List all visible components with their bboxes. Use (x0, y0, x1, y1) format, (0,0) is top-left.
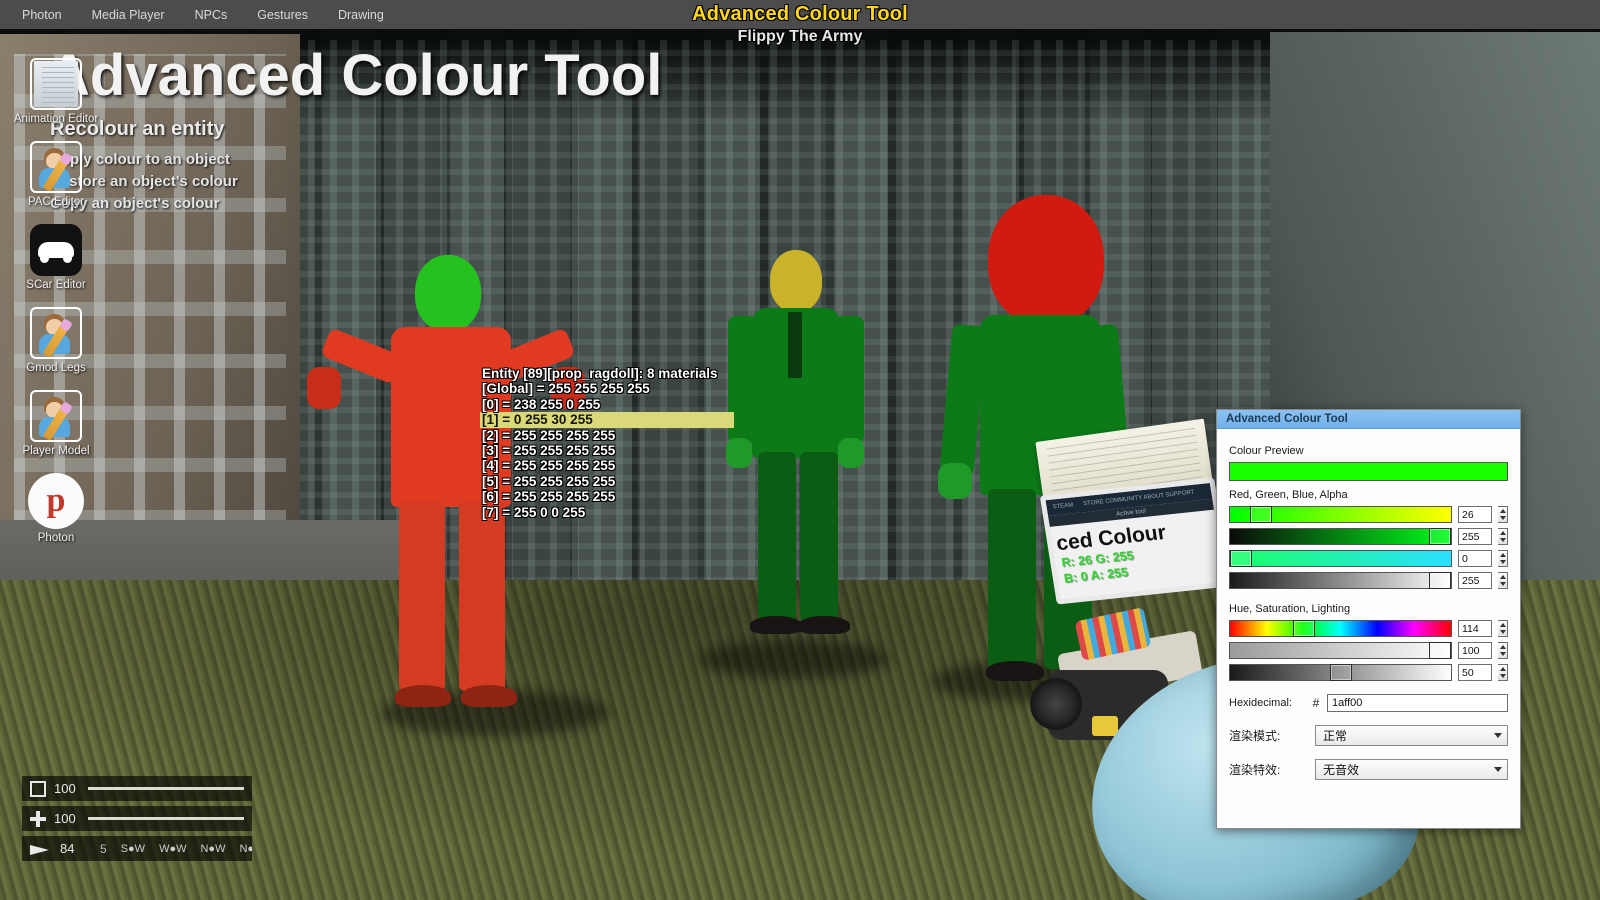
compass-mark: S●W (120, 842, 146, 855)
suit-meter (88, 787, 244, 790)
chevron-down-icon (1494, 767, 1502, 772)
window-title-bar[interactable]: Advanced Colour Tool (1217, 410, 1520, 429)
green-slider[interactable] (1229, 528, 1452, 545)
green-stepper[interactable] (1498, 528, 1508, 545)
hexadecimal-input[interactable]: 1aff00 (1327, 694, 1508, 712)
rail-label-player-model: Player Model (22, 445, 90, 457)
ragdoll-green[interactable] (726, 250, 870, 680)
compass-mark: W●W (159, 842, 187, 855)
health-meter (88, 817, 244, 820)
alpha-slider[interactable] (1229, 572, 1452, 589)
rail-label-photon: Photon (37, 532, 75, 544)
rail-label-scar-editor: SCar Editor (26, 279, 86, 291)
hue-slider[interactable] (1229, 620, 1452, 637)
colour-preview-label: Colour Preview (1229, 445, 1304, 457)
hexadecimal-label: Hexidecimal: (1229, 697, 1292, 709)
render-fx-label: 渲染特效: (1229, 763, 1281, 777)
hue-value-input[interactable]: 114 (1458, 620, 1492, 637)
menu-item-media-player[interactable]: Media Player (80, 4, 177, 26)
render-fx-dropdown[interactable]: 无音效 (1315, 759, 1508, 780)
photon-p-icon: p (28, 473, 84, 529)
menu-item-drawing[interactable]: Drawing (326, 4, 396, 26)
render-mode-row: 渲染模式: 正常 (1229, 725, 1508, 746)
red-slider[interactable] (1229, 506, 1452, 523)
saturation-slider-row: 100 (1229, 642, 1508, 659)
advanced-colour-tool-window: Advanced Colour Tool Colour Preview Red,… (1216, 409, 1521, 829)
red-slider-row: 26 (1229, 506, 1508, 523)
saturation-stepper[interactable] (1498, 642, 1508, 659)
monitor-brand: STEAM (1052, 502, 1074, 511)
compass-mark: N● (239, 842, 252, 855)
rail-label-gmod-legs: Gmod Legs (26, 362, 86, 374)
rgba-group-label: Red, Green, Blue, Alpha (1229, 489, 1348, 501)
health-value: 100 (54, 811, 76, 826)
player-hud: 100 100 84 5 S●W W●W N●W N● (22, 776, 252, 866)
notepad-pencil-icon (30, 58, 82, 110)
car-icon (30, 224, 82, 276)
game-screen: STEAM STORE COMMUNITY ABOUT SUPPORT Acti… (0, 0, 1600, 900)
rail-item-pac-editor[interactable]: PAC Editor (8, 141, 104, 208)
rail-item-animation-editor[interactable]: Animation Editor (8, 58, 104, 125)
menu-item-photon[interactable]: Photon (10, 4, 74, 26)
lighting-value-input[interactable]: 50 (1458, 664, 1492, 681)
compass-mark: N●W (200, 842, 226, 855)
render-mode-label: 渲染模式: (1229, 729, 1281, 743)
lighting-slider[interactable] (1229, 664, 1452, 681)
window-title-text: Advanced Colour Tool (1226, 413, 1348, 425)
health-cross-icon (30, 810, 46, 827)
render-fx-value: 无音效 (1323, 763, 1360, 777)
render-fx-row: 渲染特效: 无音效 (1229, 759, 1508, 780)
lighting-slider-row: 50 (1229, 664, 1508, 681)
ragdoll-red[interactable] (307, 255, 585, 755)
hexadecimal-row: Hexidecimal: # 1aff00 (1229, 694, 1508, 712)
blue-stepper[interactable] (1498, 550, 1508, 567)
person-pencil-icon (30, 307, 82, 359)
rail-label-pac-editor: PAC Editor (27, 196, 85, 208)
lighting-stepper[interactable] (1498, 664, 1508, 681)
alpha-value-input[interactable]: 255 (1458, 572, 1492, 589)
red-value-input[interactable]: 26 (1458, 506, 1492, 523)
tool-icon-rail: Animation Editor PAC Editor SCar Editor … (8, 58, 104, 560)
menu-item-npcs[interactable]: NPCs (183, 4, 240, 26)
suit-value: 100 (54, 781, 76, 796)
ammo-icon (30, 843, 49, 855)
person-pencil-icon (30, 390, 82, 442)
colour-preview-swatch (1229, 462, 1508, 481)
rail-label-animation-editor: Animation Editor (13, 113, 99, 125)
hsl-group-label: Hue, Saturation, Lighting (1229, 603, 1351, 615)
blue-slider[interactable] (1229, 550, 1452, 567)
render-mode-value: 正常 (1323, 729, 1348, 743)
rail-item-scar-editor[interactable]: SCar Editor (8, 224, 104, 291)
suit-icon (30, 780, 46, 797)
green-slider-row: 255 (1229, 528, 1508, 545)
rail-item-photon[interactable]: p Photon (8, 473, 104, 544)
menu-item-gestures[interactable]: Gestures (245, 4, 320, 26)
alpha-stepper[interactable] (1498, 572, 1508, 589)
hash-symbol: # (1312, 696, 1320, 710)
blue-value-input[interactable]: 0 (1458, 550, 1492, 567)
rail-item-player-model[interactable]: Player Model (8, 390, 104, 457)
saturation-slider[interactable] (1229, 642, 1452, 659)
green-value-input[interactable]: 255 (1458, 528, 1492, 545)
suit-bar: 100 (22, 776, 252, 801)
saturation-value-input[interactable]: 100 (1458, 642, 1492, 659)
ammo-reserve-value: 5 (100, 841, 107, 856)
hue-stepper[interactable] (1498, 620, 1508, 637)
chevron-down-icon (1494, 733, 1502, 738)
rail-item-gmod-legs[interactable]: Gmod Legs (8, 307, 104, 374)
alpha-slider-row: 255 (1229, 572, 1508, 589)
ammo-compass-bar: 84 5 S●W W●W N●W N● (22, 836, 252, 861)
health-bar: 100 (22, 806, 252, 831)
top-menu-bar: Photon Media Player NPCs Gestures Drawin… (0, 0, 1600, 29)
blue-slider-row: 0 (1229, 550, 1508, 567)
ammo-clip-value: 84 (60, 841, 75, 856)
person-pencil-icon (30, 141, 82, 193)
render-mode-dropdown[interactable]: 正常 (1315, 725, 1508, 746)
hue-slider-row: 114 (1229, 620, 1508, 637)
monitor-prop: STEAM STORE COMMUNITY ABOUT SUPPORT Acti… (1039, 477, 1232, 605)
red-stepper[interactable] (1498, 506, 1508, 523)
